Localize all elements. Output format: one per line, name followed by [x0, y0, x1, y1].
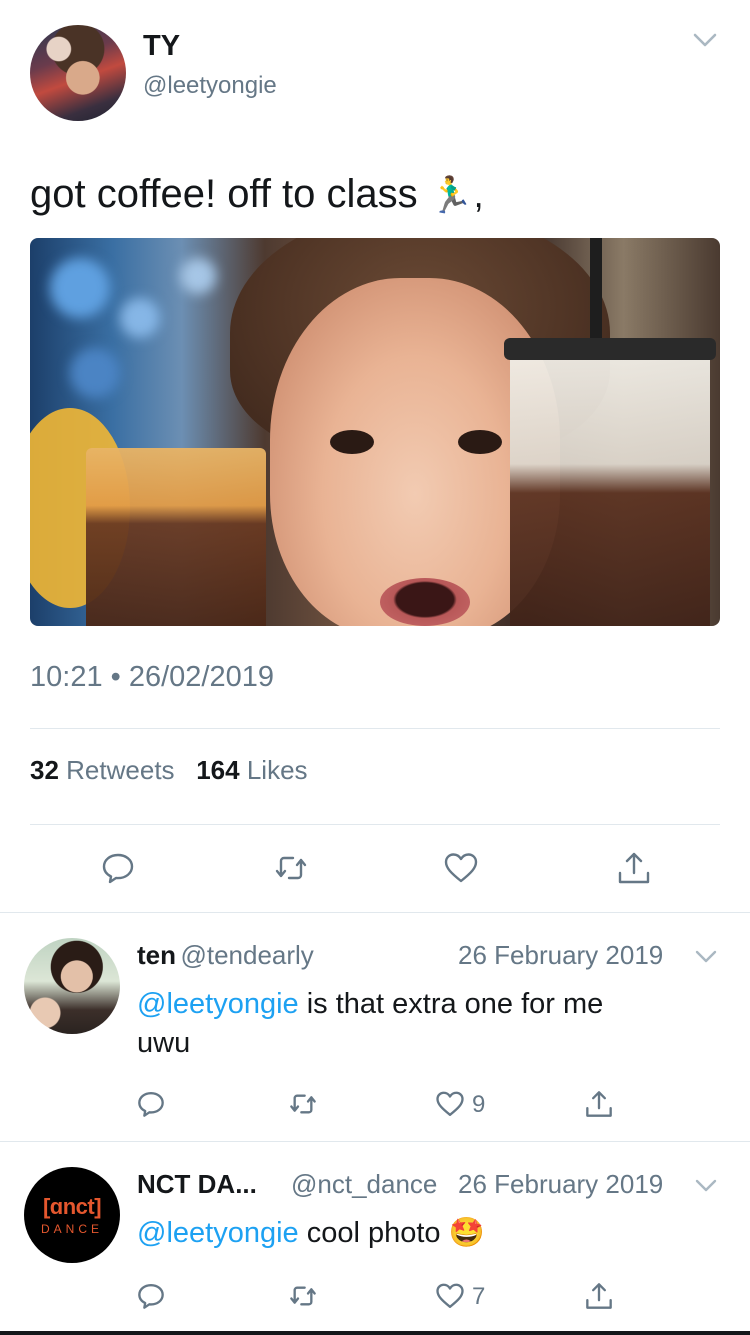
tweet-menu-chevron-down-icon[interactable] — [692, 27, 718, 53]
timestamp-separator: • — [110, 661, 121, 693]
tweet-photo[interactable] — [30, 238, 720, 626]
reply-handle[interactable]: @tendearly — [180, 940, 313, 970]
likes-count: 164 — [196, 755, 240, 785]
retweet-icon[interactable] — [288, 1281, 318, 1311]
reply-display-name[interactable]: NCT DA... — [137, 1169, 257, 1200]
tweet-date: 26/02/2019 — [128, 661, 275, 693]
divider — [30, 824, 720, 825]
likes-label: Likes — [246, 755, 308, 785]
running-emoji: 🏃‍♂️, — [428, 174, 484, 215]
author-display-name[interactable]: TY — [143, 30, 180, 63]
reply-icon[interactable] — [136, 1089, 166, 1119]
reply-text-line2: uwu — [137, 1027, 191, 1059]
reply-avatar[interactable] — [24, 938, 120, 1034]
reply-like-count: 9 — [472, 1091, 486, 1118]
tweet-timestamp: 10:21 • 26/02/2019 — [30, 661, 274, 694]
nct-dance-logo: [ɑnct] — [42, 1194, 102, 1219]
reply-text-line1: is that extra one for me — [298, 988, 604, 1020]
divider — [0, 1141, 750, 1142]
share-icon[interactable] — [584, 1281, 614, 1311]
reply-text: @leetyongie cool photo 🤩 — [137, 1214, 727, 1253]
reply-menu-chevron-down-icon[interactable] — [694, 1173, 718, 1197]
reply-text-body: cool photo — [298, 1217, 441, 1249]
heart-icon[interactable] — [435, 1281, 465, 1311]
author-handle[interactable]: @leetyongie — [143, 72, 277, 100]
nct-dance-logo-subtext: DANCE — [40, 1222, 103, 1236]
retweet-icon[interactable] — [273, 850, 309, 886]
retweet-icon[interactable] — [288, 1089, 318, 1119]
star-struck-emoji: 🤩 — [448, 1217, 485, 1249]
author-avatar[interactable] — [30, 25, 126, 121]
tweet-text-body: got coffee! off to class — [30, 172, 418, 216]
reply-like-count: 7 — [472, 1283, 486, 1310]
bottom-edge-bar — [0, 1331, 750, 1335]
reply-display-name[interactable]: ten — [137, 940, 176, 970]
reply-header: ten @tendearly — [137, 940, 314, 971]
retweets-count: 32 — [30, 755, 59, 785]
share-icon[interactable] — [584, 1089, 614, 1119]
reply-menu-chevron-down-icon[interactable] — [694, 944, 718, 968]
tweet-time: 10:21 — [30, 661, 103, 693]
reply-text: @leetyongie is that extra one for me uwu — [137, 985, 727, 1063]
divider — [0, 912, 750, 913]
mention-link[interactable]: @leetyongie — [137, 988, 299, 1020]
reply-icon[interactable] — [136, 1281, 166, 1311]
heart-icon[interactable] — [443, 850, 479, 886]
reply-date: 26 February 2019 — [458, 940, 664, 970]
share-icon[interactable] — [616, 850, 652, 886]
reply-avatar[interactable]: [ɑnct] DANCE — [24, 1167, 120, 1263]
reply-handle[interactable]: @nct_dance — [291, 1169, 437, 1200]
retweets-label: Retweets — [66, 755, 175, 785]
reply-icon[interactable] — [100, 850, 136, 886]
tweet-text: got coffee! off to class 🏃‍♂️, — [30, 172, 484, 217]
heart-icon[interactable] — [435, 1089, 465, 1119]
mention-link[interactable]: @leetyongie — [137, 1217, 299, 1249]
divider — [30, 728, 720, 729]
tweet-stats: 32 Retweets 164 Likes — [30, 755, 308, 786]
likes-stat[interactable]: 164 Likes — [196, 755, 307, 785]
retweets-stat[interactable]: 32 Retweets — [30, 755, 175, 785]
reply-date: 26 February 2019 — [458, 1169, 664, 1199]
